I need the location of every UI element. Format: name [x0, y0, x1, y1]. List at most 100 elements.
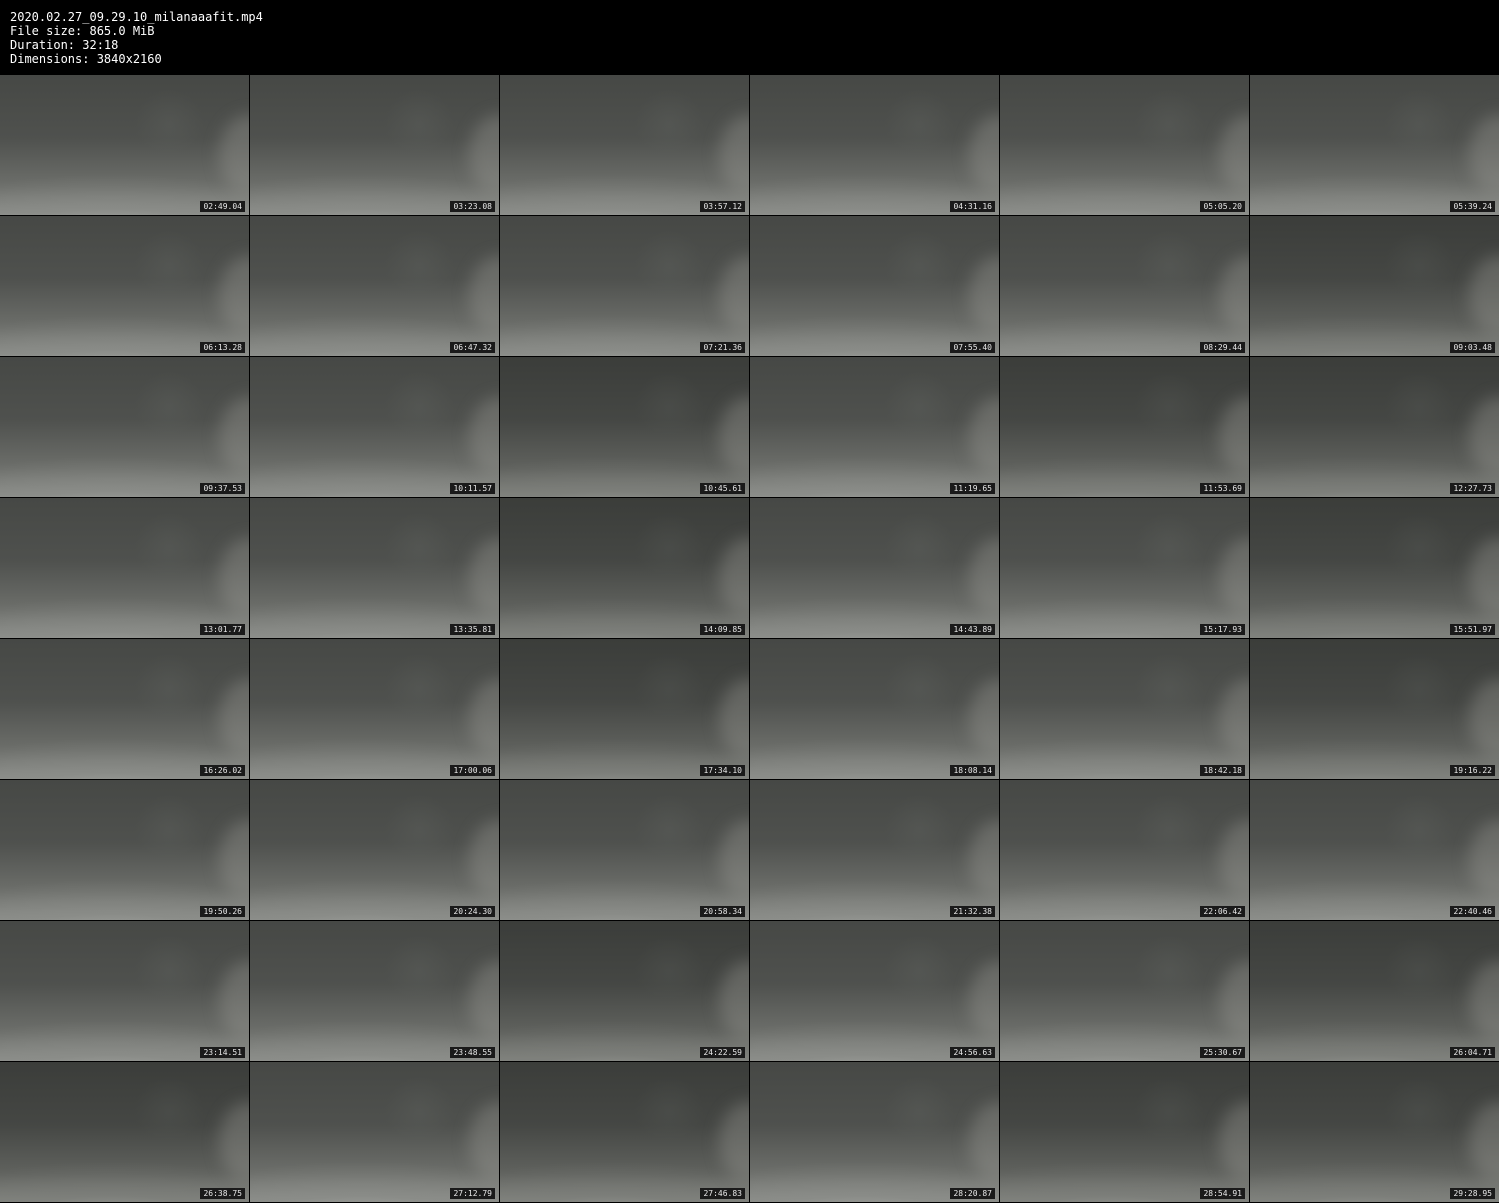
thumbnail-timestamp: 19:16.22: [1450, 765, 1495, 776]
thumbnail: 05:39.24: [1250, 75, 1499, 215]
thumbnail: 14:43.89: [750, 498, 999, 638]
thumbnail-timestamp: 26:04.71: [1450, 1047, 1495, 1058]
thumbnail: 26:38.75: [0, 1062, 249, 1202]
thumbnail-timestamp: 23:48.55: [450, 1047, 495, 1058]
thumbnail-timestamp: 18:08.14: [950, 765, 995, 776]
thumbnail: 11:19.65: [750, 357, 999, 497]
thumbnail-timestamp: 28:20.87: [950, 1188, 995, 1199]
thumbnail: 26:04.71: [1250, 921, 1499, 1061]
thumbnail: 24:56.63: [750, 921, 999, 1061]
thumbnail: 06:13.28: [0, 216, 249, 356]
thumbnail: 25:30.67: [1000, 921, 1249, 1061]
thumbnail-timestamp: 26:38.75: [200, 1188, 245, 1199]
thumbnail-timestamp: 07:55.40: [950, 342, 995, 353]
thumbnail: 05:05.20: [1000, 75, 1249, 215]
thumbnail-timestamp: 07:21.36: [700, 342, 745, 353]
video-filename: 2020.02.27_09.29.10_milanaaafit.mp4: [10, 10, 263, 24]
thumbnail: 27:46.83: [500, 1062, 749, 1202]
thumbnail: 15:17.93: [1000, 498, 1249, 638]
thumbnail-timestamp: 16:26.02: [200, 765, 245, 776]
thumbnail: 15:51.97: [1250, 498, 1499, 638]
thumbnail-timestamp: 12:27.73: [1450, 483, 1495, 494]
thumbnail-timestamp: 22:06.42: [1200, 906, 1245, 917]
thumbnail: 11:53.69: [1000, 357, 1249, 497]
thumbnail-timestamp: 19:50.26: [200, 906, 245, 917]
video-duration: Duration: 32:18: [10, 38, 119, 52]
thumbnail-timestamp: 17:00.06: [450, 765, 495, 776]
thumbnail: 22:06.42: [1000, 780, 1249, 920]
thumbnail: 28:20.87: [750, 1062, 999, 1202]
thumbnail: 12:27.73: [1250, 357, 1499, 497]
thumbnail-timestamp: 23:14.51: [200, 1047, 245, 1058]
thumbnail-timestamp: 06:13.28: [200, 342, 245, 353]
thumbnail: 08:29.44: [1000, 216, 1249, 356]
thumbnail-timestamp: 11:53.69: [1200, 483, 1245, 494]
thumbnail: 03:23.08: [250, 75, 499, 215]
thumbnail-timestamp: 27:12.79: [450, 1188, 495, 1199]
thumbnail: 21:32.38: [750, 780, 999, 920]
thumbnail-timestamp: 09:03.48: [1450, 342, 1495, 353]
thumbnail-timestamp: 03:23.08: [450, 201, 495, 212]
video-dimensions: Dimensions: 3840x2160: [10, 52, 162, 66]
thumbnail-timestamp: 10:11.57: [450, 483, 495, 494]
thumbnail-timestamp: 27:46.83: [700, 1188, 745, 1199]
thumbnail-timestamp: 09:37.53: [200, 483, 245, 494]
thumbnail-timestamp: 13:01.77: [200, 624, 245, 635]
thumbnail-timestamp: 15:17.93: [1200, 624, 1245, 635]
video-file-size: File size: 865.0 MiB: [10, 24, 155, 38]
thumbnail: 07:21.36: [500, 216, 749, 356]
thumbnail-timestamp: 11:19.65: [950, 483, 995, 494]
thumbnail: 23:48.55: [250, 921, 499, 1061]
thumbnail: 13:01.77: [0, 498, 249, 638]
thumbnail: 06:47.32: [250, 216, 499, 356]
thumbnail-timestamp: 10:45.61: [700, 483, 745, 494]
thumbnail-timestamp: 28:54.91: [1200, 1188, 1245, 1199]
thumbnail: 20:24.30: [250, 780, 499, 920]
thumbnail: 16:26.02: [0, 639, 249, 779]
thumbnail-timestamp: 20:24.30: [450, 906, 495, 917]
thumbnail-timestamp: 06:47.32: [450, 342, 495, 353]
thumbnail: 19:50.26: [0, 780, 249, 920]
thumbnail-timestamp: 17:34.10: [700, 765, 745, 776]
thumbnail-timestamp: 05:39.24: [1450, 201, 1495, 212]
thumbnail: 07:55.40: [750, 216, 999, 356]
thumbnail-timestamp: 15:51.97: [1450, 624, 1495, 635]
thumbnail-timestamp: 13:35.81: [450, 624, 495, 635]
thumbnail: 09:03.48: [1250, 216, 1499, 356]
video-info-header: 2020.02.27_09.29.10_milanaaafit.mp4 File…: [0, 0, 1499, 75]
thumbnail: 14:09.85: [500, 498, 749, 638]
thumbnail-timestamp: 04:31.16: [950, 201, 995, 212]
thumbnail-grid: 02:49.04 03:23.08 03:57.12 04:31.16 05:0…: [0, 75, 1499, 1203]
thumbnail-timestamp: 24:22.59: [700, 1047, 745, 1058]
thumbnail-timestamp: 25:30.67: [1200, 1047, 1245, 1058]
thumbnail: 18:42.18: [1000, 639, 1249, 779]
thumbnail: 10:11.57: [250, 357, 499, 497]
thumbnail-timestamp: 14:09.85: [700, 624, 745, 635]
thumbnail: 17:34.10: [500, 639, 749, 779]
thumbnail: 13:35.81: [250, 498, 499, 638]
thumbnail: 22:40.46: [1250, 780, 1499, 920]
thumbnail-timestamp: 22:40.46: [1450, 906, 1495, 917]
thumbnail: 18:08.14: [750, 639, 999, 779]
thumbnail-timestamp: 03:57.12: [700, 201, 745, 212]
thumbnail-timestamp: 18:42.18: [1200, 765, 1245, 776]
thumbnail-timestamp: 24:56.63: [950, 1047, 995, 1058]
thumbnail: 20:58.34: [500, 780, 749, 920]
thumbnail-timestamp: 29:28.95: [1450, 1188, 1495, 1199]
thumbnail: 17:00.06: [250, 639, 499, 779]
thumbnail-timestamp: 05:05.20: [1200, 201, 1245, 212]
thumbnail: 04:31.16: [750, 75, 999, 215]
thumbnail: 24:22.59: [500, 921, 749, 1061]
thumbnail: 02:49.04: [0, 75, 249, 215]
thumbnail: 19:16.22: [1250, 639, 1499, 779]
thumbnail-timestamp: 14:43.89: [950, 624, 995, 635]
thumbnail: 09:37.53: [0, 357, 249, 497]
thumbnail-timestamp: 08:29.44: [1200, 342, 1245, 353]
thumbnail: 23:14.51: [0, 921, 249, 1061]
thumbnail: 27:12.79: [250, 1062, 499, 1202]
thumbnail-timestamp: 02:49.04: [200, 201, 245, 212]
thumbnail: 29:28.95: [1250, 1062, 1499, 1202]
thumbnail-timestamp: 21:32.38: [950, 906, 995, 917]
thumbnail: 03:57.12: [500, 75, 749, 215]
thumbnail-timestamp: 20:58.34: [700, 906, 745, 917]
